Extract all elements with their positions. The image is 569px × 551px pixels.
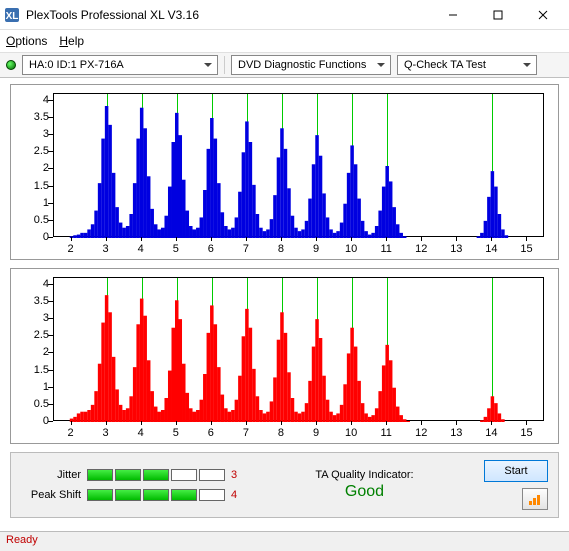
- y-tick-label: 1.5: [11, 180, 49, 192]
- start-button[interactable]: Start: [484, 460, 548, 482]
- status-text: Ready: [6, 534, 38, 546]
- window-title: PlexTools Professional XL V3.16: [26, 8, 430, 22]
- meter-block: [199, 469, 225, 481]
- drive-led-icon: [6, 60, 16, 70]
- x-tick-label: 13: [450, 427, 462, 439]
- maximize-button[interactable]: [475, 0, 520, 29]
- chart-bars: [54, 94, 545, 238]
- jitter-meter: Jitter 3: [21, 469, 245, 481]
- y-tick-label: 0.5: [11, 398, 49, 410]
- peakshift-label: Peak Shift: [21, 489, 81, 501]
- x-tick-label: 15: [520, 427, 532, 439]
- menu-options[interactable]: Options: [6, 34, 47, 48]
- x-tick-label: 2: [67, 243, 73, 255]
- y-tick-label: 3.5: [11, 295, 49, 307]
- app-icon: XL: [4, 7, 20, 23]
- x-tick-label: 14: [485, 427, 497, 439]
- meter-block: [143, 469, 169, 481]
- x-tick-label: 3: [103, 243, 109, 255]
- x-tick-label: 6: [208, 427, 214, 439]
- function-group-label: DVD Diagnostic Functions: [238, 59, 366, 71]
- y-tick-label: 2: [11, 346, 49, 358]
- jitter-value: 3: [231, 469, 245, 481]
- y-tick-label: 3.5: [11, 111, 49, 123]
- y-tick-label: 3: [11, 312, 49, 324]
- ta-chart-bottom: 0 0.5 1 1.5 2 2.5 3 3.5 4 2 3 4 5 6 7 8 9 10 11 12 13 14 15: [10, 268, 559, 444]
- x-tick-label: 4: [138, 427, 144, 439]
- y-tick-label: 0: [11, 231, 49, 243]
- ta-chart-top: 0 0.5 1 1.5 2 2.5 3 3.5 4 2 3 4 5 6 7 8 9 10 11 12 13 14 15: [10, 84, 559, 260]
- y-tick-label: 0: [11, 415, 49, 427]
- x-tick-label: 11: [380, 427, 391, 439]
- function-group-select[interactable]: DVD Diagnostic Functions: [231, 55, 391, 75]
- meter-block: [115, 489, 141, 501]
- meter-block: [87, 469, 113, 481]
- peakshift-value: 4: [231, 489, 245, 501]
- x-tick-label: 6: [208, 243, 214, 255]
- y-tick-label: 4: [11, 278, 49, 290]
- peakshift-blocks: [87, 489, 225, 501]
- chart-save-icon: [528, 492, 542, 506]
- close-button[interactable]: [520, 0, 565, 29]
- chart-bars: [54, 278, 545, 422]
- test-select[interactable]: Q-Check TA Test: [397, 55, 537, 75]
- status-bar: Ready: [0, 531, 569, 551]
- meter-block: [199, 489, 225, 501]
- x-tick-label: 5: [173, 243, 179, 255]
- x-tick-label: 8: [278, 243, 284, 255]
- separator: [224, 56, 225, 74]
- menu-help[interactable]: Help: [59, 34, 84, 48]
- x-tick-label: 12: [415, 427, 427, 439]
- x-tick-label: 8: [278, 427, 284, 439]
- y-tick-label: 0.5: [11, 214, 49, 226]
- test-select-label: Q-Check TA Test: [404, 59, 486, 71]
- save-chart-button[interactable]: [522, 488, 548, 510]
- menu-bar: Options Help: [0, 30, 569, 52]
- meter-block: [115, 469, 141, 481]
- meter-block: [171, 489, 197, 501]
- y-tick-label: 4: [11, 94, 49, 106]
- x-tick-label: 10: [345, 427, 357, 439]
- ta-indicator-label: TA Quality Indicator:: [315, 469, 413, 481]
- peakshift-meter: Peak Shift 4: [21, 489, 245, 501]
- jitter-label: Jitter: [21, 469, 81, 481]
- x-tick-label: 7: [243, 243, 249, 255]
- y-tick-label: 3: [11, 128, 49, 140]
- meter-block: [143, 489, 169, 501]
- meter-block: [171, 469, 197, 481]
- x-tick-label: 4: [138, 243, 144, 255]
- x-tick-label: 10: [345, 243, 357, 255]
- title-bar: XL PlexTools Professional XL V3.16: [0, 0, 569, 30]
- ta-indicator: TA Quality Indicator: Good: [253, 469, 476, 501]
- quality-meters: Jitter 3 Peak Shift 4: [21, 469, 245, 501]
- toolbar: HA:0 ID:1 PX-716A DVD Diagnostic Functio…: [0, 52, 569, 78]
- svg-text:XL: XL: [6, 11, 19, 22]
- x-tick-label: 3: [103, 427, 109, 439]
- x-tick-label: 7: [243, 427, 249, 439]
- y-tick-label: 1: [11, 197, 49, 209]
- x-tick-label: 9: [313, 427, 319, 439]
- x-tick-label: 14: [485, 243, 497, 255]
- content-area: 00.511.522.533.5423456789101112131415 00…: [0, 78, 569, 518]
- minimize-button[interactable]: [430, 0, 475, 29]
- x-tick-label: 5: [173, 427, 179, 439]
- meter-block: [87, 489, 113, 501]
- x-tick-label: 2: [67, 427, 73, 439]
- ta-indicator-value: Good: [345, 483, 384, 501]
- y-tick-label: 2.5: [11, 329, 49, 341]
- x-tick-label: 15: [520, 243, 532, 255]
- y-tick-label: 2: [11, 162, 49, 174]
- drive-select[interactable]: HA:0 ID:1 PX-716A: [22, 55, 218, 75]
- x-tick-label: 9: [313, 243, 319, 255]
- jitter-blocks: [87, 469, 225, 481]
- x-tick-label: 13: [450, 243, 462, 255]
- results-panel: Jitter 3 Peak Shift 4 TA Quality Indicat…: [10, 452, 559, 518]
- x-tick-label: 12: [415, 243, 427, 255]
- y-tick-label: 1.5: [11, 364, 49, 376]
- x-tick-label: 11: [380, 243, 391, 255]
- y-tick-label: 2.5: [11, 145, 49, 157]
- y-tick-label: 1: [11, 381, 49, 393]
- drive-select-label: HA:0 ID:1 PX-716A: [29, 59, 124, 71]
